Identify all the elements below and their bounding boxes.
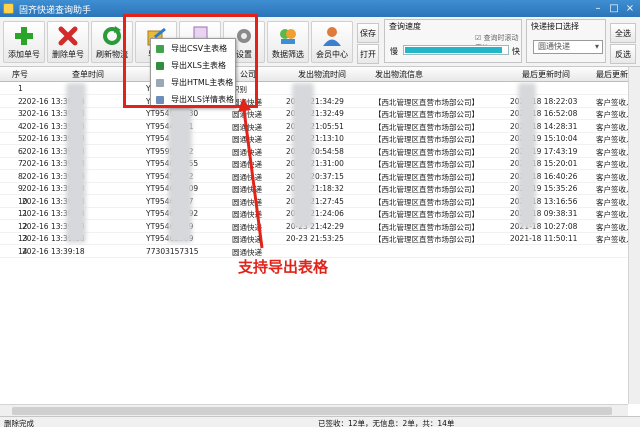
annotation-arrow <box>238 98 264 249</box>
annotation-text: 支持导出表格 <box>238 258 329 276</box>
